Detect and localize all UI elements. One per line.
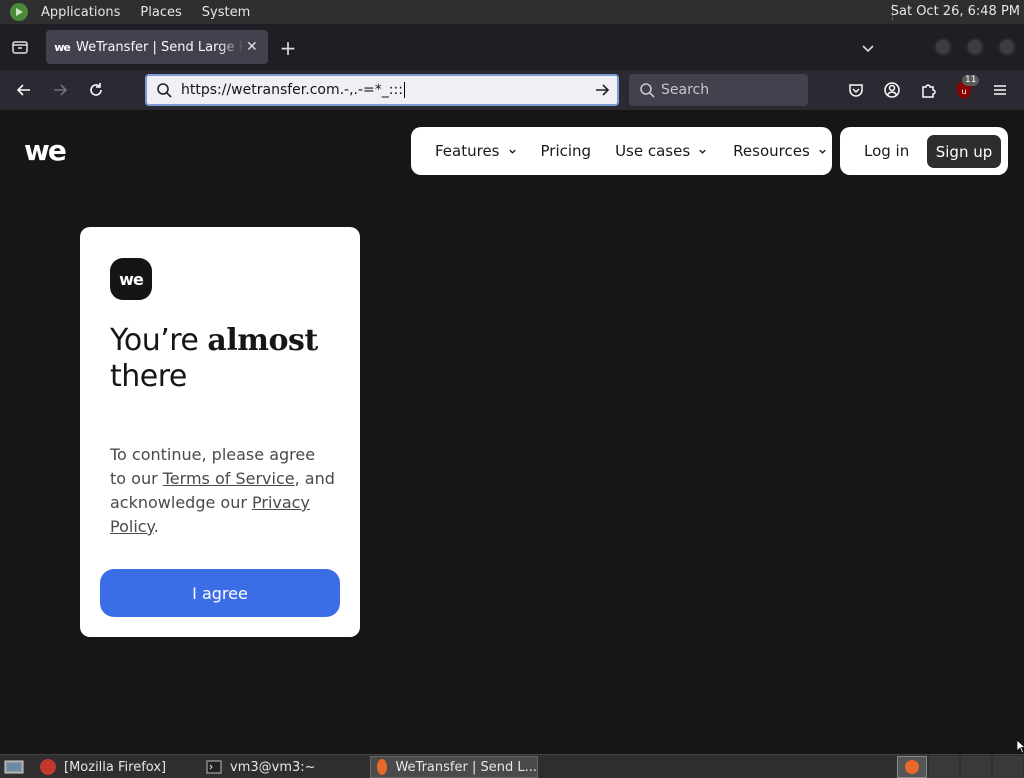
consent-text: To continue, please agree to our Terms o… <box>110 443 335 539</box>
tab-title: WeTransfer | Send Large Files <box>76 39 244 55</box>
log-in-link[interactable]: Log in <box>864 142 909 160</box>
navigation-toolbar: https://wetransfer.com.-,.-=*_::: Search… <box>0 70 1024 110</box>
chevron-down-icon <box>508 149 516 154</box>
new-tab-icon[interactable]: + <box>276 36 300 60</box>
tab-overflow-chevron-down-icon[interactable] <box>858 38 878 58</box>
heading-part-1: You’re <box>110 323 208 358</box>
workspace-4[interactable] <box>993 756 1023 778</box>
bottom-taskbar: [Mozilla Firefox] vm3@vm3:~ WeTransfer |… <box>0 754 1024 778</box>
workspace-1[interactable] <box>897 756 927 778</box>
taskbar-item-terminal[interactable]: vm3@vm3:~ <box>200 756 366 778</box>
taskbar-item-label: WeTransfer | Send L... <box>395 759 537 775</box>
clock[interactable]: Sat Oct 26, 6:48 PM <box>891 4 1020 19</box>
maximize-window-icon[interactable] <box>966 38 984 56</box>
url-bar[interactable]: https://wetransfer.com.-,.-=*_::: <box>145 74 619 106</box>
reload-icon[interactable] <box>84 78 108 102</box>
applications-menu-icon[interactable] <box>10 3 28 21</box>
sign-up-button[interactable]: Sign up <box>927 135 1001 168</box>
chevron-down-icon <box>699 149 706 154</box>
search-bar[interactable]: Search <box>629 74 808 106</box>
search-icon <box>640 83 655 98</box>
chevron-down-icon <box>819 149 826 154</box>
nav-resources[interactable]: Resources <box>733 142 827 160</box>
nav-use-cases-label: Use cases <box>615 142 691 160</box>
workspace-3[interactable] <box>961 756 991 778</box>
go-arrow-icon[interactable] <box>593 81 611 99</box>
ublock-origin-icon[interactable]: u 11 <box>955 75 980 100</box>
back-arrow-icon[interactable] <box>12 78 36 102</box>
nav-pricing[interactable]: Pricing <box>541 142 592 160</box>
nav-pricing-label: Pricing <box>540 142 592 160</box>
heading-part-2: there <box>110 359 187 394</box>
search-icon <box>147 82 181 98</box>
nav-resources-label: Resources <box>733 142 810 160</box>
nav-features-label: Features <box>435 142 500 160</box>
main-navigation: Features Pricing Use cases Resources <box>411 127 832 175</box>
system-menu[interactable]: System <box>195 5 257 20</box>
heading-bold: almost <box>207 323 318 358</box>
text-caret <box>403 82 405 98</box>
active-tab[interactable]: we WeTransfer | Send Large Files ✕ <box>46 30 268 64</box>
browser-tab-strip: we WeTransfer | Send Large Files ✕ + <box>0 24 1024 70</box>
show-desktop-icon[interactable] <box>0 756 30 778</box>
auth-navigation: Log in Sign up <box>840 127 1008 175</box>
workspace-2[interactable] <box>929 756 959 778</box>
wetransfer-logo-badge: we <box>110 258 152 300</box>
taskbar-item-label: vm3@vm3:~ <box>230 759 316 775</box>
terms-of-service-link[interactable]: Terms of Service <box>163 469 295 488</box>
consent-text-part-3: . <box>153 517 159 536</box>
taskbar-item-label: [Mozilla Firefox] <box>64 759 167 775</box>
places-menu[interactable]: Places <box>133 5 188 20</box>
taskbar-item-wetransfer[interactable]: WeTransfer | Send L... <box>370 756 538 778</box>
url-text[interactable]: https://wetransfer.com.-,.-=*_::: <box>181 82 403 98</box>
wetransfer-logo[interactable]: we <box>24 137 67 165</box>
nav-use-cases[interactable]: Use cases <box>615 142 707 160</box>
pocket-icon[interactable] <box>846 80 866 100</box>
consent-heading: You’re almost there <box>110 323 340 395</box>
taskbar-item-firefox[interactable]: [Mozilla Firefox] <box>34 756 196 778</box>
mouse-cursor-icon <box>1017 740 1024 754</box>
minimize-window-icon[interactable] <box>934 38 952 56</box>
svg-text:u: u <box>961 87 966 96</box>
consent-card: we You’re almost there To continue, pleas… <box>80 227 360 637</box>
terminal-icon <box>206 760 222 774</box>
web-content: we Features Pricing Use cases Resources … <box>0 110 1024 754</box>
list-all-tabs-icon[interactable] <box>2 29 38 65</box>
i-agree-button[interactable]: I agree <box>100 569 340 617</box>
account-icon[interactable] <box>882 80 902 100</box>
search-placeholder: Search <box>661 82 710 98</box>
firefox-icon <box>40 759 56 775</box>
extensions-puzzle-icon[interactable] <box>918 80 938 100</box>
close-window-icon[interactable] <box>998 38 1016 56</box>
firefox-icon <box>377 759 388 775</box>
firefox-icon <box>905 760 919 774</box>
forward-arrow-icon[interactable] <box>48 78 72 102</box>
system-top-panel: Applications Places System Sat Oct 26, 6… <box>0 0 1024 24</box>
ublock-badge: 11 <box>962 75 980 86</box>
hamburger-menu-icon[interactable] <box>990 80 1010 100</box>
applications-menu[interactable]: Applications <box>34 5 127 20</box>
nav-features[interactable]: Features <box>435 142 517 160</box>
close-tab-icon[interactable]: ✕ <box>246 39 258 55</box>
wetransfer-favicon-icon: we <box>54 40 71 54</box>
